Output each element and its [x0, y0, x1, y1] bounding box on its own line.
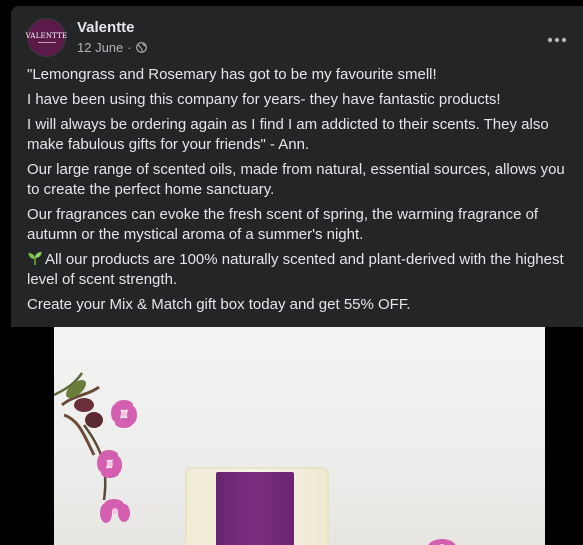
post-paragraph: Our large range of scented oils, made fr… — [27, 161, 565, 198]
avatar-underline — [37, 42, 56, 43]
more-options-icon — [547, 37, 567, 43]
seedling-icon — [28, 252, 42, 265]
post-image-container[interactable] — [11, 327, 583, 545]
page-name[interactable]: Valentte — [77, 19, 135, 36]
post-photo[interactable] — [54, 327, 545, 545]
more-options-button[interactable] — [539, 22, 575, 58]
avatar-logo: VALENTTE — [25, 32, 68, 40]
post-header: VALENTTE Valentte 12 June · — [25, 18, 567, 58]
post-paragraph: Create your Mix & Match gift box today a… — [27, 296, 411, 313]
post-paragraph: "Lemongrass and Rosemary has got to be m… — [27, 66, 437, 83]
avatar[interactable]: VALENTTE — [25, 18, 68, 57]
post-body: "Lemongrass and Rosemary has got to be m… — [27, 65, 575, 320]
post-paragraph-text: All our products are 100% naturally scen… — [27, 251, 564, 288]
post-date[interactable]: 12 June — [77, 40, 123, 55]
candle-label — [216, 472, 294, 545]
post-meta: 12 June · — [77, 40, 147, 55]
post-paragraph: I have been using this company for years… — [27, 91, 501, 108]
pink-flowers-left — [54, 372, 137, 523]
post-paragraph-with-icon: All our products are 100% naturally scen… — [27, 250, 575, 290]
globe-icon[interactable] — [135, 42, 147, 53]
post-card: VALENTTE Valentte 12 June · "Lemongrass … — [11, 6, 583, 545]
pink-flower-right — [428, 539, 456, 545]
meta-separator: · — [127, 40, 132, 55]
post-paragraph: I will always be ordering again as I fin… — [27, 116, 549, 153]
post-paragraph: Our fragrances can evoke the fresh scent… — [27, 206, 539, 243]
